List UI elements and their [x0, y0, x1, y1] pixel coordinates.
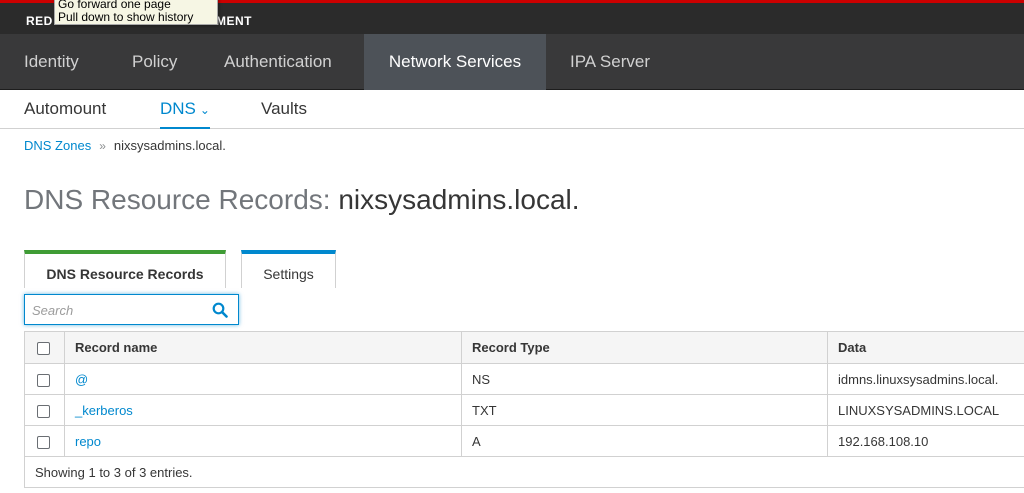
header-checkbox-cell: [24, 331, 65, 364]
page-title-prefix: DNS Resource Records:: [24, 184, 331, 215]
row-checkbox[interactable]: [37, 404, 50, 418]
tab-identity[interactable]: Identity: [24, 34, 79, 90]
page-title: DNS Resource Records: nixsysadmins.local…: [24, 184, 580, 216]
record-name-link[interactable]: @: [75, 372, 88, 387]
search-icon[interactable]: [212, 302, 228, 318]
column-data[interactable]: Data: [827, 331, 1024, 364]
subnav-vaults-label: Vaults: [261, 99, 307, 118]
subnav-vaults[interactable]: Vaults: [261, 90, 307, 129]
search-input[interactable]: [32, 301, 202, 319]
table-header-row: Record name Record Type Data: [24, 331, 1024, 364]
record-data-cell: 192.168.108.10: [827, 425, 1024, 457]
row-checkbox[interactable]: [37, 373, 50, 387]
page-title-zone: nixsysadmins.local.: [338, 184, 580, 215]
subnav-automount[interactable]: Automount: [24, 90, 106, 129]
table-row: repo A 192.168.108.10: [24, 425, 1024, 457]
breadcrumb-separator: »: [99, 139, 106, 153]
search-box: [24, 294, 239, 325]
record-data-cell: LINUXSYSADMINS.LOCAL: [827, 394, 1024, 426]
subnav-automount-label: Automount: [24, 99, 107, 118]
table-row: _kerberos TXT LINUXSYSADMINS.LOCAL: [24, 394, 1024, 426]
table-row: @ NS idmns.linuxsysadmins.local.: [24, 363, 1024, 395]
tooltip-line-2: Pull down to show history: [58, 10, 194, 24]
chevron-down-icon: ⌄: [199, 103, 210, 117]
row-checkbox-cell: [24, 425, 65, 457]
brand-logo-right: MENT: [216, 14, 252, 28]
record-name-cell: repo: [64, 425, 462, 457]
breadcrumb-dns-zones-link[interactable]: DNS Zones: [24, 138, 91, 153]
record-name-cell: @: [64, 363, 462, 395]
record-name-link[interactable]: repo: [75, 434, 101, 449]
tab-network-services[interactable]: Network Services: [364, 34, 546, 90]
record-name-link[interactable]: _kerberos: [75, 403, 133, 418]
subnav-dns-label: DNS: [160, 99, 196, 118]
brand-logo-left: RED: [26, 14, 53, 28]
record-data-cell: idmns.linuxsysadmins.local.: [827, 363, 1024, 395]
main-navigation: Identity Policy Authentication Network S…: [0, 34, 1024, 90]
row-checkbox-cell: [24, 394, 65, 426]
subnav-dns[interactable]: DNS ⌄: [160, 90, 210, 129]
row-checkbox-cell: [24, 363, 65, 395]
browser-tooltip: Go forward one page Pull down to show hi…: [54, 0, 218, 25]
column-record-name[interactable]: Record name: [64, 331, 462, 364]
facet-tab-settings[interactable]: Settings: [241, 250, 336, 288]
record-type-cell: A: [461, 425, 828, 457]
row-checkbox[interactable]: [37, 435, 50, 449]
tab-policy[interactable]: Policy: [132, 34, 177, 90]
column-record-type[interactable]: Record Type: [461, 331, 828, 364]
breadcrumb-current: nixsysadmins.local.: [113, 138, 226, 153]
sub-navigation: Automount DNS ⌄ Vaults: [0, 90, 1024, 129]
tab-ipa-server[interactable]: IPA Server: [570, 34, 650, 90]
records-table: Record name Record Type Data @ NS idmns.…: [24, 331, 1024, 488]
select-all-checkbox[interactable]: [37, 342, 50, 356]
record-type-cell: TXT: [461, 394, 828, 426]
record-name-cell: _kerberos: [64, 394, 462, 426]
breadcrumb: DNS Zones » nixsysadmins.local.: [24, 138, 226, 153]
table-footer-text: Showing 1 to 3 of 3 entries.: [24, 456, 1024, 488]
tab-authentication[interactable]: Authentication: [224, 34, 332, 90]
record-type-cell: NS: [461, 363, 828, 395]
facet-tab-dns-resource-records[interactable]: DNS Resource Records: [24, 250, 226, 288]
table-footer-row: Showing 1 to 3 of 3 entries.: [24, 456, 1024, 488]
